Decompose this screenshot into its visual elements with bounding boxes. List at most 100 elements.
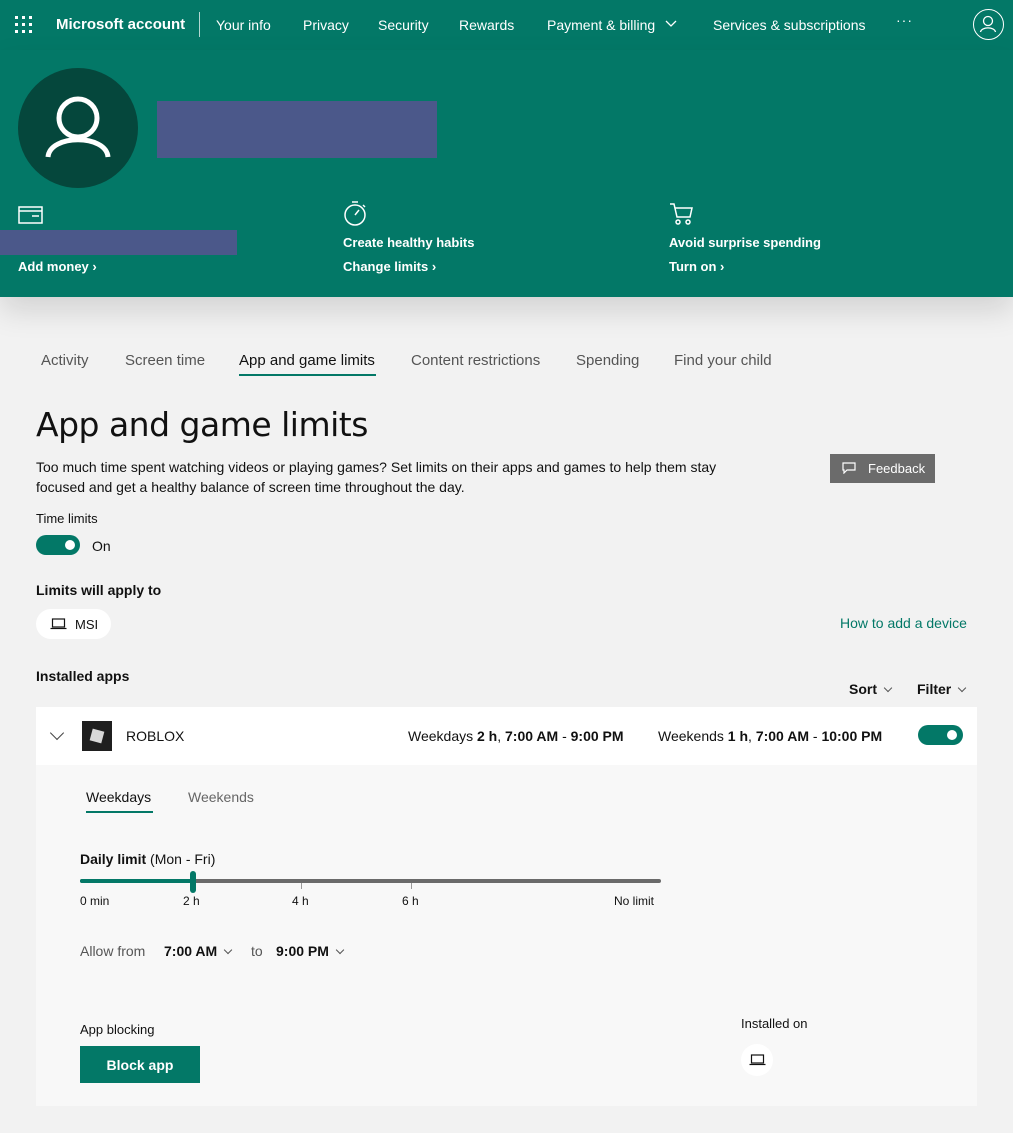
nav-security[interactable]: Security: [378, 17, 429, 33]
installed-device: [741, 1044, 773, 1076]
laptop-icon: [50, 618, 67, 630]
laptop-icon: [749, 1054, 766, 1066]
time-limits-state: On: [92, 538, 111, 554]
chevron-down-icon: [665, 20, 677, 27]
subtab-weekends[interactable]: Weekends: [188, 789, 254, 805]
weekdays-to: 9:00 PM: [570, 728, 624, 744]
tab-content-restrictions[interactable]: Content restrictions: [411, 352, 540, 369]
card-title: Avoid surprise spending: [669, 235, 821, 250]
feedback-label: Feedback: [868, 461, 926, 476]
timer-icon: [344, 201, 366, 226]
turn-on-label: Turn on: [669, 259, 717, 274]
tab-activity[interactable]: Activity: [41, 352, 89, 369]
time-limits-label: Time limits: [36, 511, 98, 526]
app-card: ROBLOX Weekdays 2 h, 7:00 AM - 9:00 PM W…: [36, 707, 977, 1106]
installed-apps-heading: Installed apps: [36, 668, 130, 684]
profile-avatar: [18, 68, 138, 188]
tab-spending[interactable]: Spending: [576, 352, 639, 369]
active-tab-indicator: [239, 374, 376, 376]
app-card-header[interactable]: ROBLOX Weekdays 2 h, 7:00 AM - 9:00 PM W…: [36, 707, 977, 765]
chevron-right-icon: ›: [431, 259, 437, 274]
allow-from-dropdown[interactable]: 7:00 AM: [164, 943, 233, 959]
chevron-down-icon[interactable]: [49, 725, 65, 741]
nav-your-info[interactable]: Your info: [216, 17, 271, 33]
chevron-down-icon: [957, 683, 967, 693]
tick-label: 6 h: [402, 894, 419, 908]
daily-limit-range: (Mon - Fri): [150, 851, 216, 867]
chevron-down-icon: [883, 683, 893, 693]
weekdays-from: 7:00 AM: [505, 728, 559, 744]
tick-label: No limit: [614, 894, 655, 908]
account-hero: Add money › Create healthy habits Change…: [0, 50, 1013, 297]
allow-from-value: 7:00 AM: [164, 943, 218, 959]
limits-apply-heading: Limits will apply to: [36, 582, 162, 598]
device-chip[interactable]: MSI: [36, 609, 111, 639]
add-money-label: Add money: [18, 259, 89, 274]
weekdays-schedule: Weekdays 2 h, 7:00 AM - 9:00 PM: [408, 728, 624, 744]
allow-to-value: 9:00 PM: [276, 943, 329, 959]
page-description: Too much time spent watching videos or p…: [36, 459, 717, 495]
feedback-button[interactable]: Feedback: [830, 454, 935, 483]
daily-limit-label: Daily limit (Mon - Fri): [80, 851, 215, 867]
allow-to-dropdown[interactable]: 9:00 PM: [276, 943, 345, 959]
allow-from-label: Allow from: [80, 943, 146, 959]
app-limit-toggle[interactable]: [918, 725, 963, 745]
nav-privacy[interactable]: Privacy: [303, 17, 349, 33]
weekdays-hours: 2 h: [477, 728, 498, 744]
how-to-add-device-link[interactable]: How to add a device: [840, 615, 967, 631]
tick-label: 4 h: [292, 894, 309, 908]
filter-dropdown[interactable]: Filter: [917, 681, 967, 697]
to-label: to: [251, 943, 263, 959]
nav-rewards[interactable]: Rewards: [459, 17, 514, 33]
installed-on-label: Installed on: [741, 1016, 808, 1031]
weekends-label: Weekends: [658, 728, 724, 744]
app-blocking-label: App blocking: [80, 1022, 155, 1037]
redacted-balance: [0, 230, 237, 255]
more-icon[interactable]: ···: [896, 12, 913, 28]
tick-label: 2 h: [183, 894, 200, 908]
block-app-button[interactable]: Block app: [80, 1046, 200, 1083]
add-money-link[interactable]: Add money ›: [18, 259, 97, 274]
comment-icon: [842, 462, 856, 474]
wallet-icon: [18, 206, 43, 224]
sort-dropdown[interactable]: Sort: [849, 681, 893, 697]
roblox-logo-icon: [82, 721, 112, 751]
weekends-hours: 1 h: [727, 728, 749, 744]
redacted-name: [157, 101, 437, 158]
daily-limit-slider-thumb[interactable]: [190, 871, 196, 893]
card-title: Create healthy habits: [343, 235, 475, 250]
nav-payment-billing[interactable]: Payment & billing: [547, 17, 677, 33]
nav-services-subscriptions[interactable]: Services & subscriptions: [713, 17, 866, 33]
person-icon: [979, 15, 997, 33]
brand-title[interactable]: Microsoft account: [56, 16, 185, 33]
tick-label: 0 min: [80, 894, 110, 908]
change-limits-link[interactable]: Change limits ›: [343, 259, 436, 274]
tab-app-and-game-limits[interactable]: App and game limits: [239, 352, 375, 369]
subtab-weekdays[interactable]: Weekdays: [86, 789, 151, 805]
change-limits-label: Change limits: [343, 259, 429, 274]
chevron-down-icon: [335, 945, 345, 955]
nav-payment-billing-label: Payment & billing: [547, 17, 656, 33]
top-nav: Microsoft account Your info Privacy Secu…: [0, 0, 1013, 50]
device-name: MSI: [75, 617, 99, 632]
tab-screen-time[interactable]: Screen time: [125, 352, 205, 369]
slider-tick: [411, 883, 412, 889]
person-icon: [45, 96, 111, 158]
chevron-right-icon: ›: [92, 259, 97, 274]
weekends-to: 10:00 PM: [821, 728, 883, 744]
active-subtab-indicator: [86, 811, 153, 813]
nav-divider: [199, 12, 200, 37]
account-avatar-button[interactable]: [973, 9, 1004, 40]
app-launcher-icon[interactable]: [15, 16, 32, 33]
page-title: App and game limits: [36, 405, 368, 444]
app-name: ROBLOX: [126, 728, 185, 744]
daily-limit-slider-fill: [80, 879, 193, 883]
weekdays-label: Weekdays: [408, 728, 474, 744]
tab-find-your-child[interactable]: Find your child: [674, 352, 772, 369]
chevron-right-icon: ›: [720, 259, 725, 274]
chevron-down-icon: [223, 945, 233, 955]
turn-on-link[interactable]: Turn on ›: [669, 259, 724, 274]
slider-tick: [301, 883, 302, 889]
time-limits-toggle[interactable]: [36, 535, 80, 555]
cart-icon: [670, 203, 693, 225]
